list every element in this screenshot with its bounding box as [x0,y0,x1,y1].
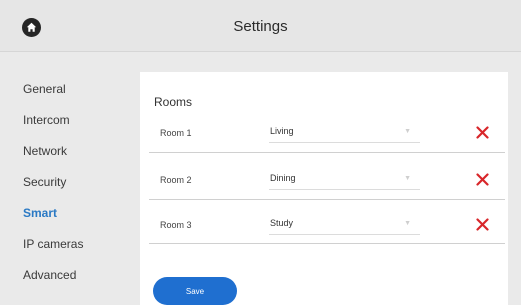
rooms-panel: Rooms Room 1 Living ▼ Room 2 Dining ▼ Ro… [140,72,508,305]
room-3-delete-icon[interactable] [476,218,489,231]
room-1-label: Room 1 [160,128,192,138]
room-1-delete-icon[interactable] [476,126,489,139]
room-1-value: Living [270,126,294,136]
dropdown-arrow-icon: ▼ [404,175,411,182]
dropdown-arrow-icon: ▼ [404,220,411,227]
sidebar-item-intercom[interactable]: Intercom [23,113,70,127]
sidebar-item-general[interactable]: General [23,82,66,96]
row-divider [149,199,505,200]
sidebar-item-advanced[interactable]: Advanced [23,268,76,282]
sidebar-item-ip-cameras[interactable]: IP cameras [23,237,83,251]
save-button[interactable]: Save [153,277,237,305]
room-1-select[interactable]: Living ▼ [269,123,420,143]
page-title: Settings [233,18,288,35]
room-2-select[interactable]: Dining ▼ [269,170,420,190]
row-divider [149,152,505,153]
room-2-label: Room 2 [160,175,192,185]
sidebar-item-network[interactable]: Network [23,144,67,158]
room-3-select[interactable]: Study ▼ [269,215,420,235]
room-3-value: Study [270,218,294,228]
room-2-value: Dining [270,173,296,183]
sidebar: General Intercom Network Security Smart … [0,52,140,305]
room-2-delete-icon[interactable] [476,173,489,186]
dropdown-arrow-icon: ▼ [404,128,411,135]
sidebar-item-security[interactable]: Security [23,175,66,189]
room-3-label: Room 3 [160,220,192,230]
row-divider [149,243,505,244]
sidebar-item-smart[interactable]: Smart [23,206,57,220]
rooms-heading: Rooms [154,95,193,109]
top-bar: Settings [0,0,521,52]
